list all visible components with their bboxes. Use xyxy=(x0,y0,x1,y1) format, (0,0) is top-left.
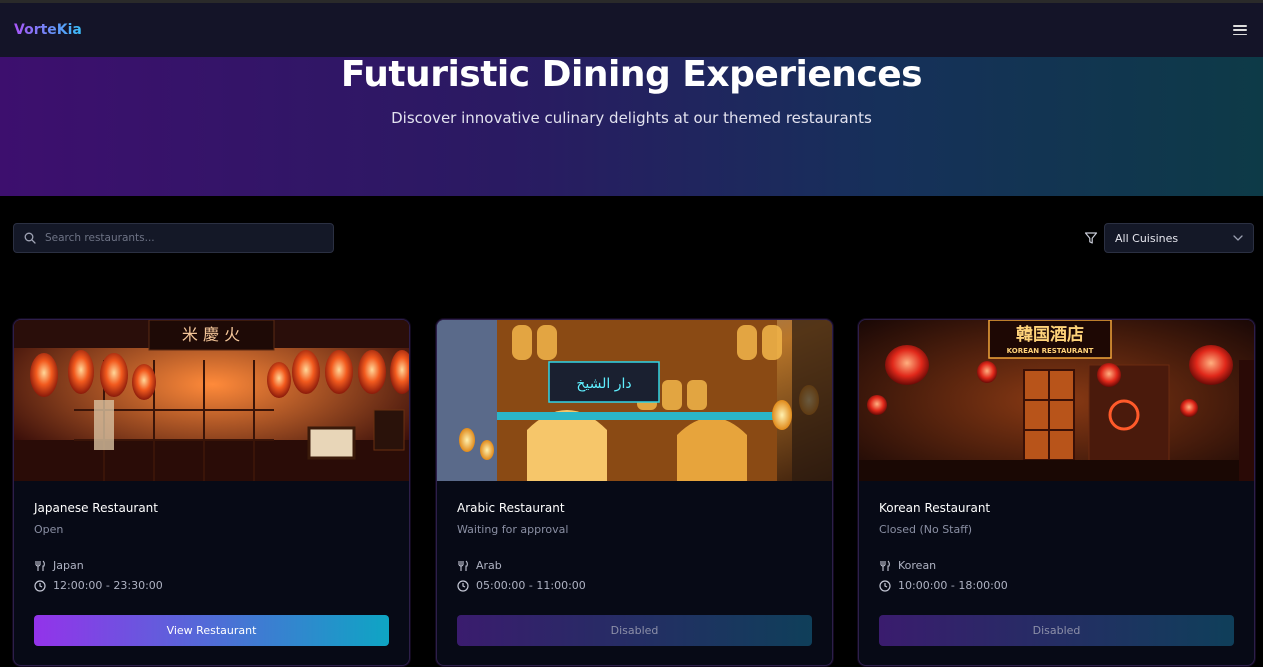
restaurant-name: Arabic Restaurant xyxy=(457,501,565,515)
restaurant-card-japanese: 米 慶 火 Japanese Restaurant Open Japan 12:… xyxy=(13,319,410,666)
search-input[interactable] xyxy=(45,232,315,244)
utensils-icon xyxy=(458,560,468,571)
menu-icon[interactable] xyxy=(1233,24,1247,36)
cuisine-label: Arab xyxy=(476,559,502,572)
view-restaurant-button[interactable]: View Restaurant xyxy=(34,615,389,646)
korean-sign-text: 韓国酒店 xyxy=(1016,324,1084,345)
brand-logo[interactable]: VorteKia xyxy=(14,22,82,38)
arabic-sign-text: دار الشيخ xyxy=(576,376,631,392)
restaurant-card-arabic: دار الشيخ Arabic Restaurant Waiting for … xyxy=(436,319,833,666)
clock-icon xyxy=(457,579,469,592)
cuisine-info: Korean xyxy=(879,559,936,572)
search-icon xyxy=(24,232,36,244)
restaurant-image-japanese: 米 慶 火 xyxy=(14,320,409,481)
hours-label: 05:00:00 - 11:00:00 xyxy=(476,579,586,592)
hours-info: 10:00:00 - 18:00:00 xyxy=(879,579,1008,592)
cuisine-select-value: All Cuisines xyxy=(1115,231,1179,245)
hero-title: Futuristic Dining Experiences xyxy=(340,54,923,95)
restaurant-name: Korean Restaurant xyxy=(879,501,991,515)
card-body: Arabic Restaurant Waiting for approval A… xyxy=(457,501,812,592)
filter-icon xyxy=(1084,232,1098,244)
hours-info: 05:00:00 - 11:00:00 xyxy=(457,579,586,592)
search-bar[interactable] xyxy=(13,223,334,253)
utensils-icon xyxy=(35,560,45,571)
cuisine-info: Japan xyxy=(34,559,84,572)
card-body: Japanese Restaurant Open Japan 12:00:00 … xyxy=(34,501,389,592)
disabled-button: Disabled xyxy=(879,615,1234,646)
hours-label: 10:00:00 - 18:00:00 xyxy=(898,579,1008,592)
cuisine-info: Arab xyxy=(457,559,502,572)
korean-sign-subtext: KOREAN RESTAURANT xyxy=(1007,347,1094,355)
cuisine-select[interactable]: All Cuisines xyxy=(1104,223,1254,253)
hours-label: 12:00:00 - 23:30:00 xyxy=(53,579,163,592)
cuisine-label: Korean xyxy=(898,559,937,572)
clock-icon xyxy=(879,579,891,592)
navbar: VorteKia xyxy=(0,3,1263,57)
restaurant-status: Closed (No Staff) xyxy=(879,523,973,536)
card-body: Korean Restaurant Closed (No Staff) Kore… xyxy=(879,501,1234,592)
restaurant-status: Open xyxy=(34,523,64,536)
chevron-down-icon xyxy=(1233,235,1243,241)
disabled-button: Disabled xyxy=(457,615,812,646)
hero-banner: Futuristic Dining Experiences Discover i… xyxy=(0,54,1263,196)
restaurant-status: Waiting for approval xyxy=(457,523,569,536)
hero-subtitle: Discover innovative culinary delights at… xyxy=(391,109,872,127)
japanese-sign-text: 米 慶 火 xyxy=(182,325,240,344)
restaurant-image-arabic: دار الشيخ xyxy=(437,320,832,481)
clock-icon xyxy=(34,579,46,592)
restaurant-image-korean: 韓国酒店 KOREAN RESTAURANT xyxy=(859,320,1254,481)
restaurant-card-korean: 韓国酒店 KOREAN RESTAURANT Korean Restaurant… xyxy=(858,319,1255,666)
restaurant-name: Japanese Restaurant xyxy=(34,501,158,515)
utensils-icon xyxy=(880,560,890,571)
cuisine-label: Japan xyxy=(53,559,84,572)
hours-info: 12:00:00 - 23:30:00 xyxy=(34,579,163,592)
